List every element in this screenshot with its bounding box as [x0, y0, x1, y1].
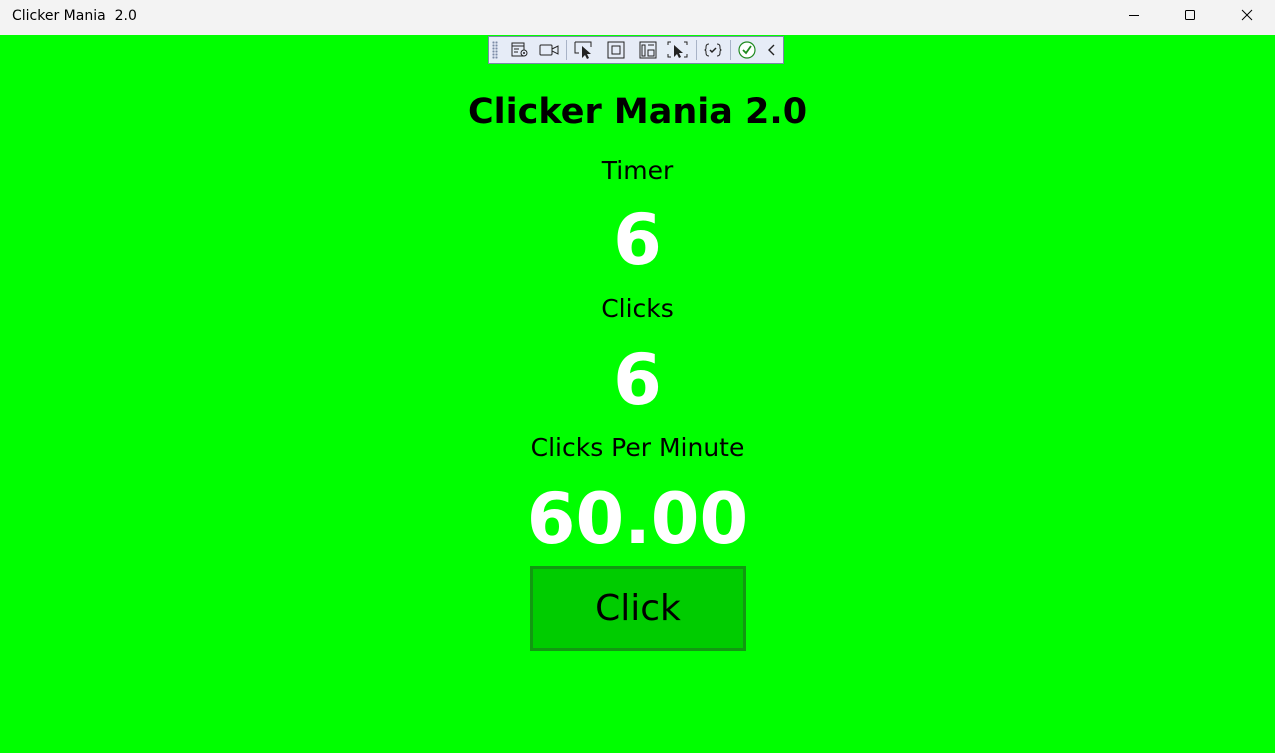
title-bar[interactable]: Clicker Mania 2.0	[0, 0, 1275, 35]
toolbar-separator	[696, 40, 697, 60]
record-icon	[539, 44, 559, 56]
close-button[interactable]	[1219, 0, 1275, 30]
clicks-value: 6	[613, 339, 662, 421]
select-element-button[interactable]	[573, 40, 595, 60]
preview-selection-button[interactable]	[667, 40, 689, 60]
timer-value: 6	[613, 199, 662, 281]
toolbar-separator	[730, 40, 731, 60]
display-layout-adorners-icon	[607, 41, 625, 59]
binding-failures-button[interactable]	[702, 40, 724, 60]
timer-label: Timer	[601, 156, 674, 185]
record-button[interactable]	[538, 40, 560, 60]
maximize-icon	[1185, 10, 1195, 20]
collapse-toolbar-button[interactable]	[763, 40, 781, 60]
track-focus-icon	[639, 41, 657, 59]
track-focus-button[interactable]	[637, 40, 659, 60]
minimize-icon	[1129, 15, 1139, 16]
minimize-button[interactable]	[1106, 0, 1162, 30]
select-element-icon	[574, 41, 592, 59]
xaml-debug-toolbar	[488, 36, 784, 64]
live-visual-tree-button[interactable]	[509, 40, 531, 60]
toolbar-grip[interactable]	[492, 41, 498, 59]
close-icon	[1241, 9, 1253, 21]
display-layout-adorners-button[interactable]	[605, 40, 627, 60]
maximize-button[interactable]	[1162, 0, 1218, 30]
window-title: Clicker Mania 2.0	[12, 8, 137, 24]
clicks-per-minute-label: Clicks Per Minute	[530, 433, 745, 462]
preview-selection-icon	[667, 41, 688, 58]
app-window: Clicker Mania 2.0 Clicker Mania 2.0 Time…	[0, 0, 1275, 753]
accessibility-check-button[interactable]	[736, 40, 758, 60]
app-heading: Clicker Mania 2.0	[467, 92, 808, 132]
click-button[interactable]: Click	[530, 566, 746, 651]
binding-failures-icon	[704, 43, 722, 57]
collapse-chevron-icon	[768, 44, 775, 56]
live-visual-tree-icon	[511, 42, 528, 57]
clicks-per-minute-value: 60.00	[526, 478, 749, 560]
toolbar-separator	[566, 40, 567, 60]
clicks-label: Clicks	[601, 294, 674, 323]
accessibility-check-icon	[738, 41, 756, 59]
